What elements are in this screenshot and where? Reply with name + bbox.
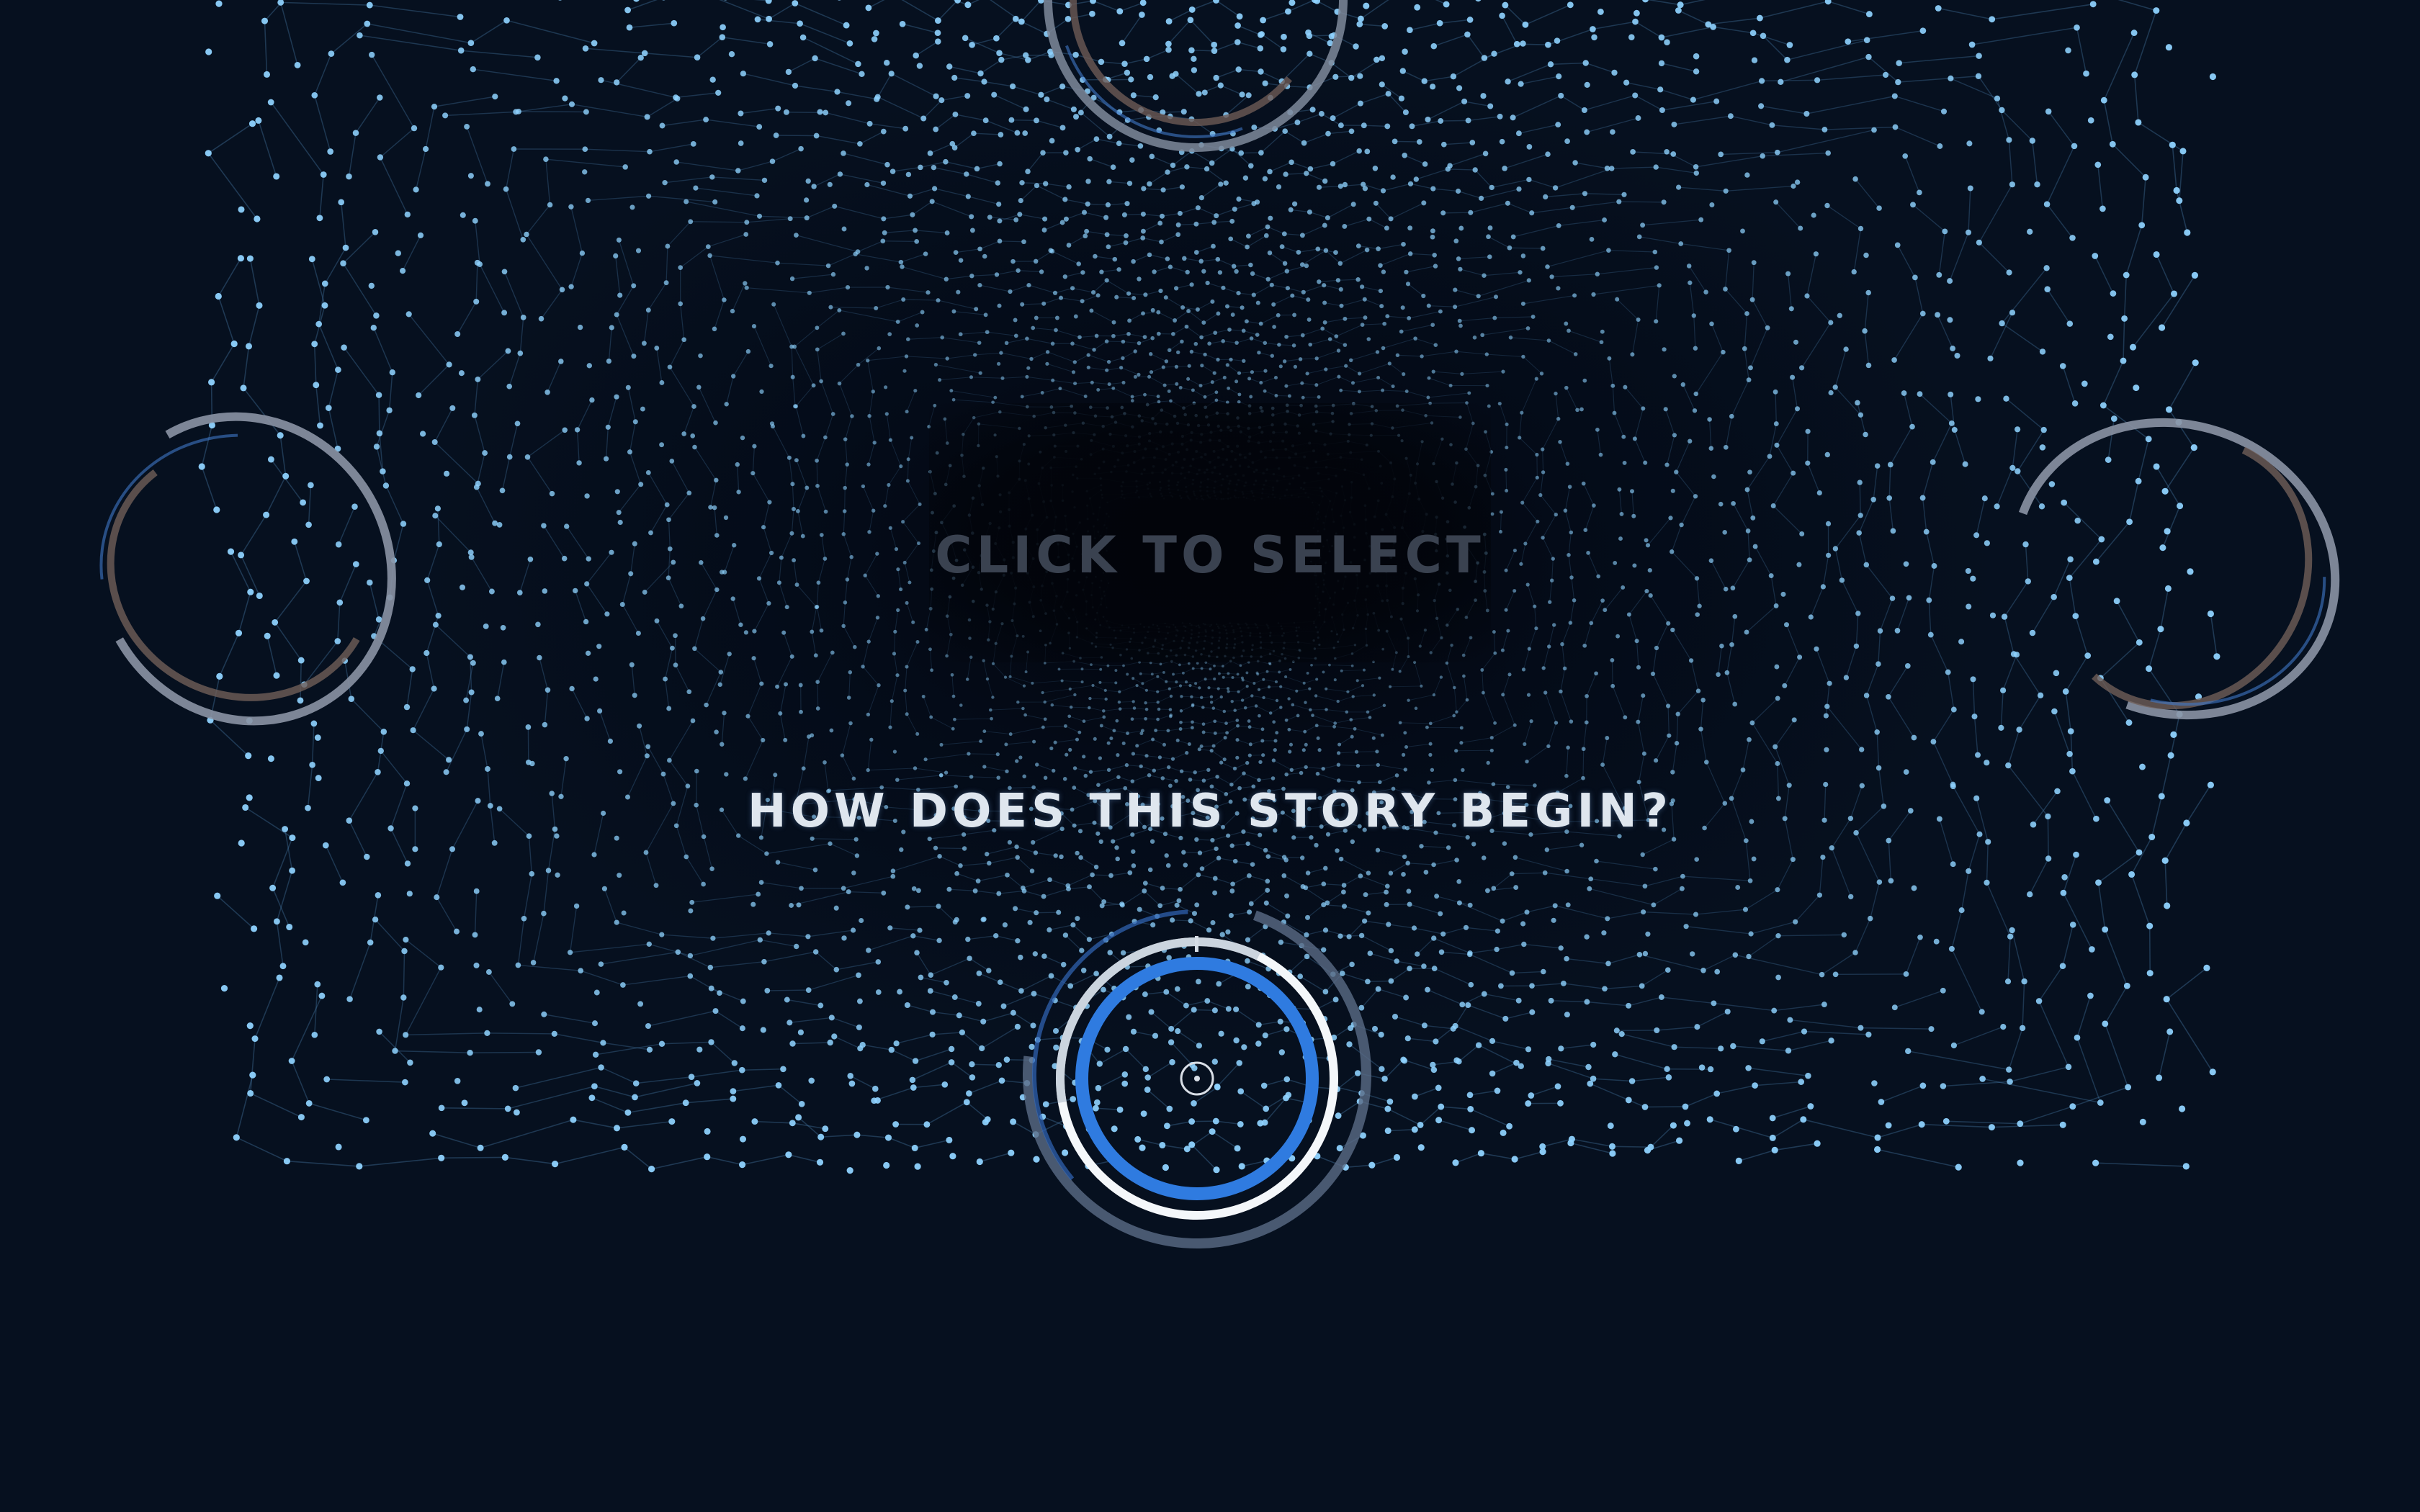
particle-tunnel-background	[198, 0, 2220, 1174]
story-question-prompt: HOW DOES THIS STORY BEGIN?	[748, 785, 1672, 838]
experience-canvas[interactable]: CLICK TO SELECT HOW DOES THIS STORY BEGI…	[0, 0, 2420, 1512]
option-ring-right[interactable]	[1988, 410, 2362, 727]
click-to-select-hint: CLICK TO SELECT	[935, 526, 1485, 585]
option-ring-left[interactable]	[72, 410, 432, 727]
option-ring-top[interactable]	[1030, 0, 1361, 202]
cursor-reticle-icon	[1180, 1061, 1214, 1096]
selection-ring-icon[interactable]	[1008, 878, 1383, 1253]
